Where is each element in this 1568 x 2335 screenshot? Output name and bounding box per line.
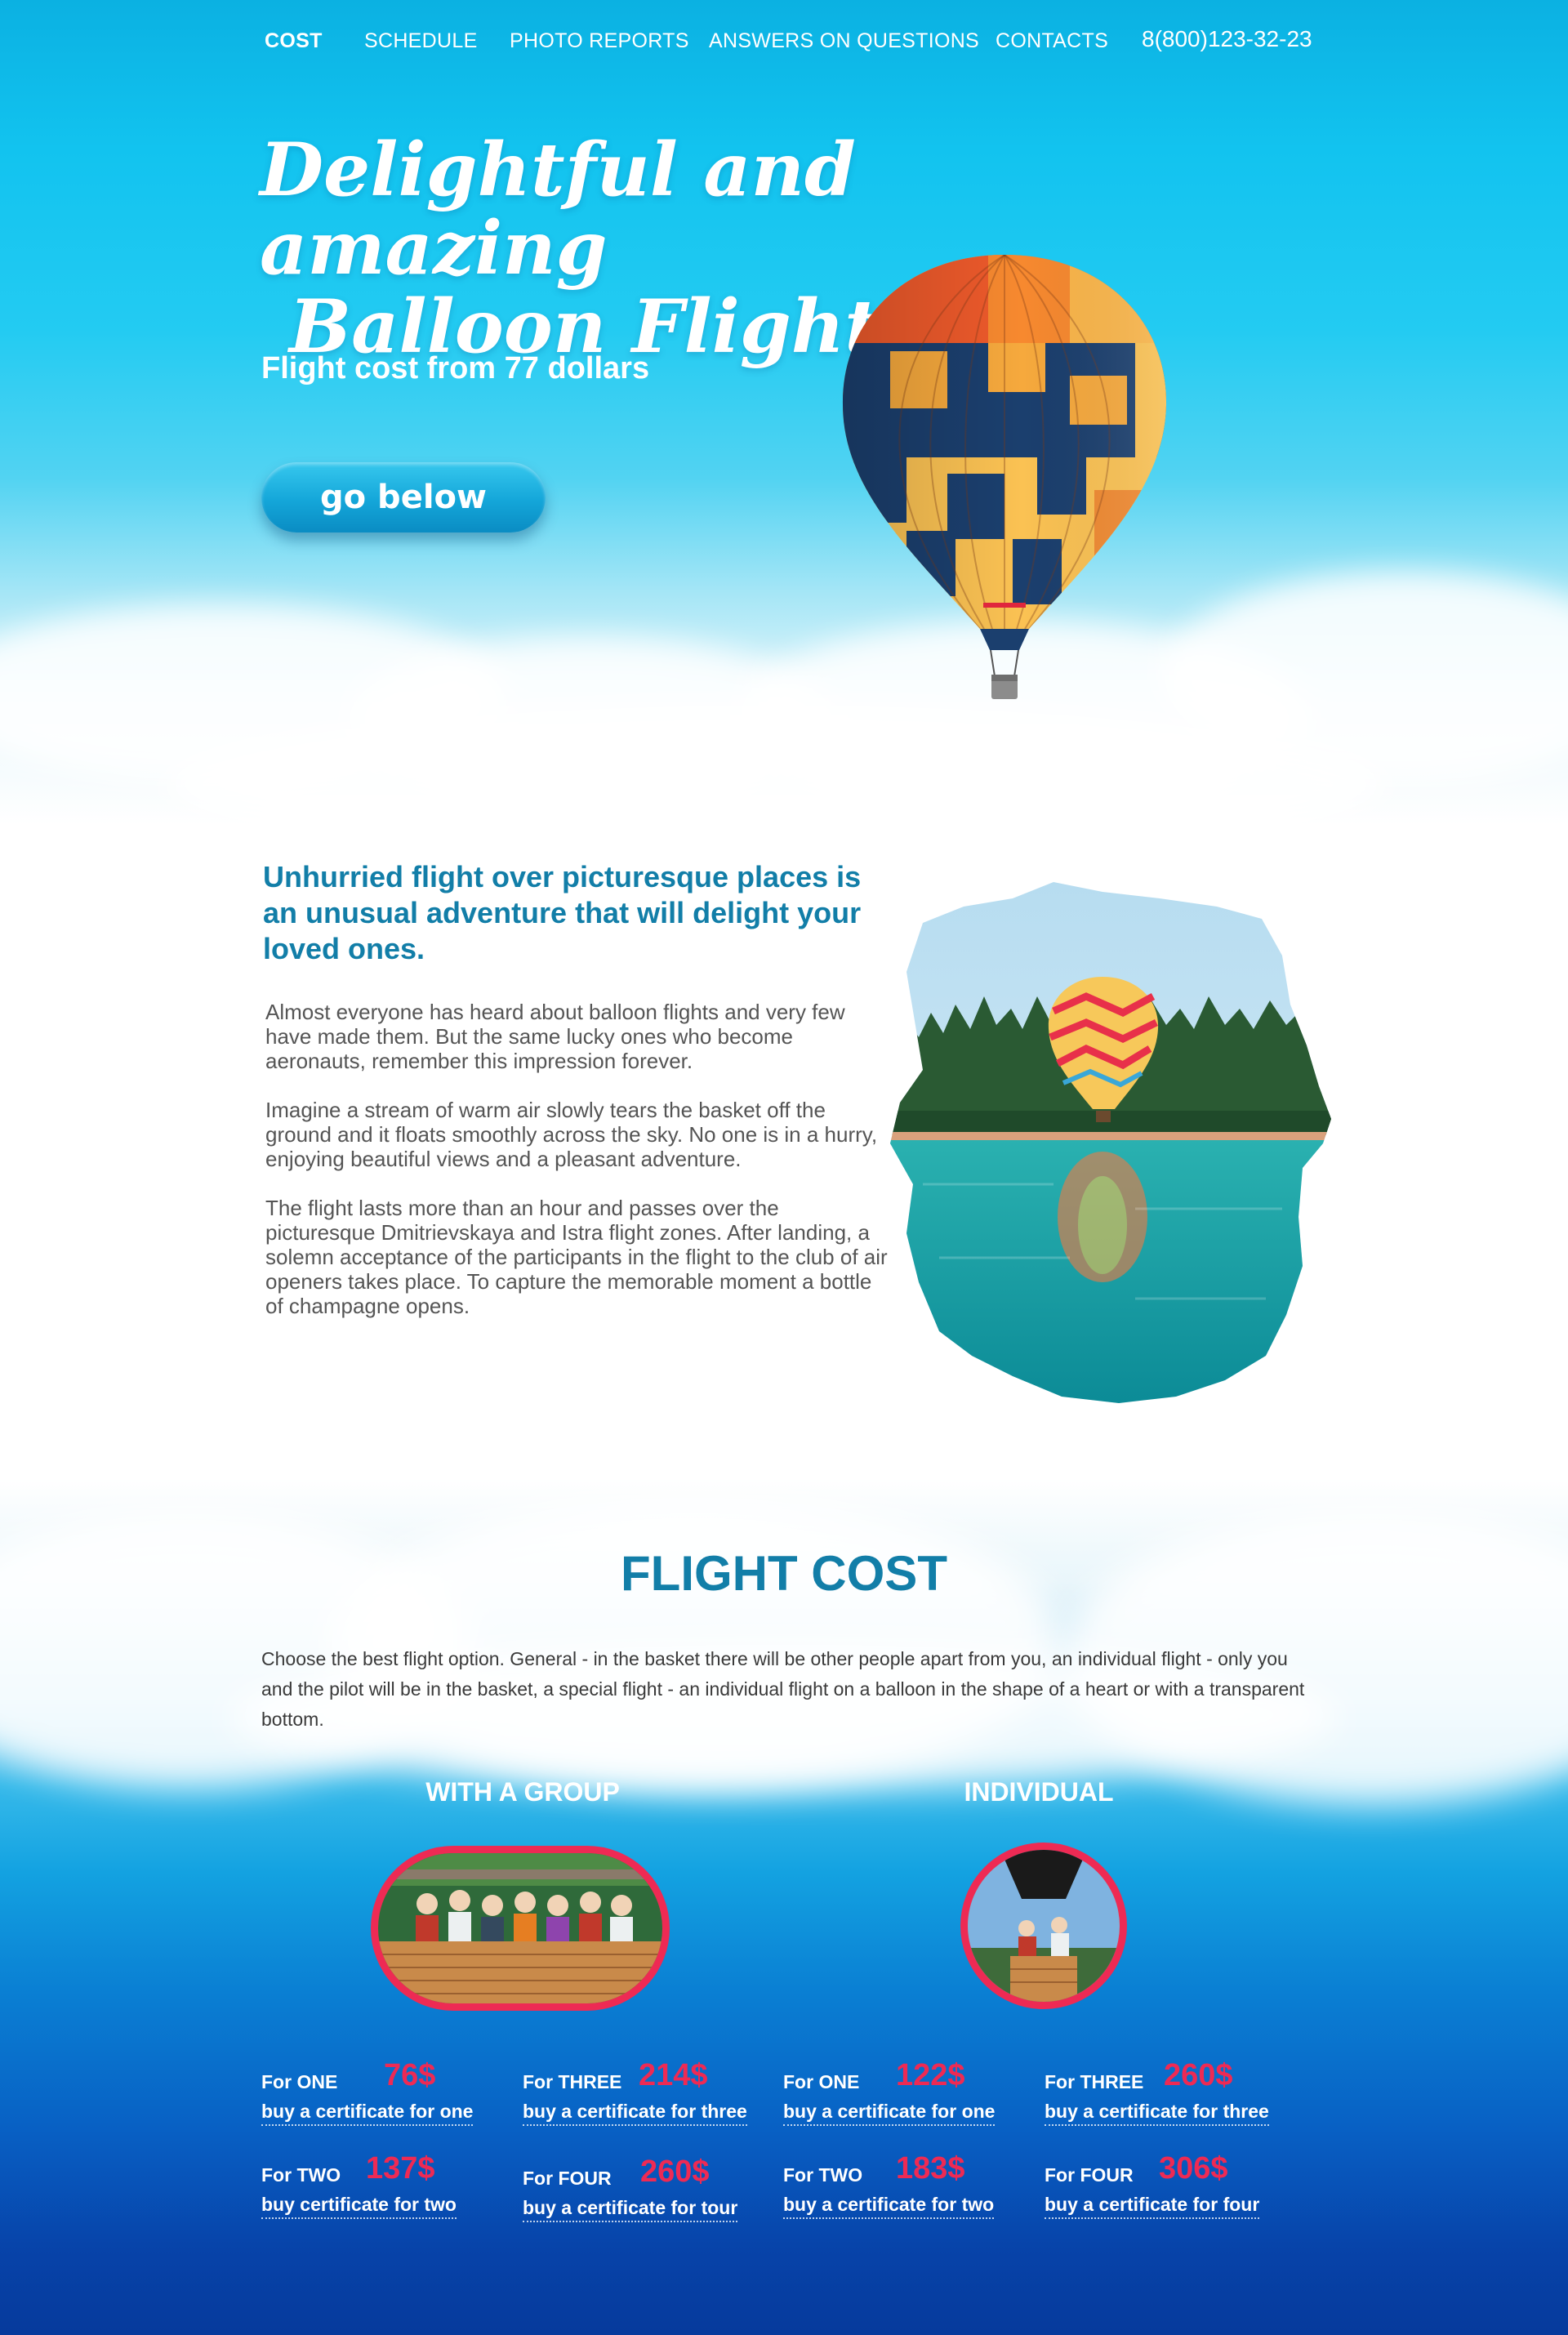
price-label: For THREE — [523, 2071, 622, 2092]
price-amount: 306$ — [1159, 2151, 1228, 2186]
price-amount: 76$ — [384, 2058, 436, 2092]
price-amount: 260$ — [1164, 2058, 1233, 2092]
price-label: For ONE — [783, 2071, 860, 2092]
hero-section: COST SCHEDULE PHOTO REPORTS ANSWERS ON Q… — [0, 0, 1568, 825]
individual-basket-photo — [960, 1843, 1127, 2009]
hero-subtitle: Flight cost from 77 dollars — [261, 351, 650, 385]
main-nav: COST SCHEDULE PHOTO REPORTS ANSWERS ON Q… — [0, 26, 1568, 59]
nav-item-photo-reports[interactable]: PHOTO REPORTS — [510, 29, 689, 53]
price-label: For TWO — [261, 2164, 341, 2186]
phone-number[interactable]: 8(800)123-32-23 — [1142, 26, 1312, 52]
nav-item-schedule[interactable]: SCHEDULE — [364, 29, 478, 53]
about-heading: Unhurried flight over picturesque places… — [263, 860, 862, 965]
nav-item-answers-on-questions[interactable]: ANSWERS ON QUESTIONS — [709, 29, 979, 53]
lake-balloon-photo — [890, 882, 1331, 1403]
flight-cost-section: FLIGHT COST Choose the best flight optio… — [0, 1478, 1568, 2335]
price-amount: 183$ — [896, 2151, 965, 2186]
buy-certificate-link[interactable]: buy a certificate for tour — [523, 2197, 738, 2222]
price-label: For ONE — [261, 2071, 338, 2092]
about-paragraph: Imagine a stream of warm air slowly tear… — [265, 1098, 878, 1171]
buy-certificate-link[interactable]: buy certificate for two — [261, 2194, 457, 2219]
price-label: For FOUR — [523, 2168, 612, 2189]
price-amount: 122$ — [896, 2058, 965, 2092]
with-a-group-heading: WITH A GROUP — [425, 1777, 620, 1807]
buy-certificate-link[interactable]: buy a certificate for three — [523, 2101, 747, 2126]
price-label: For THREE — [1045, 2071, 1144, 2092]
price-amount: 137$ — [366, 2151, 435, 2186]
about-paragraph: The flight lasts more than an hour and p… — [265, 1196, 888, 1318]
price-label: For TWO — [783, 2164, 863, 2186]
buy-certificate-link[interactable]: buy a certificate for one — [261, 2101, 474, 2126]
buy-certificate-link[interactable]: buy a certificate for three — [1045, 2101, 1269, 2126]
flight-cost-description: Choose the best flight option. General -… — [261, 1648, 1305, 1730]
price-amount: 214$ — [639, 2058, 708, 2092]
flight-cost-title: FLIGHT COST — [621, 1546, 947, 1601]
about-section: Unhurried flight over picturesque places… — [0, 825, 1568, 1478]
buy-certificate-link[interactable]: buy a certificate for two — [783, 2194, 995, 2219]
individual-heading: INDIVIDUAL — [964, 1777, 1114, 1807]
hot-air-balloon-icon — [842, 255, 1167, 699]
group-basket-photo — [371, 1846, 670, 2011]
price-amount: 260$ — [640, 2155, 710, 2189]
price-label: For FOUR — [1045, 2164, 1134, 2186]
about-text: Almost everyone has heard about balloon … — [265, 1000, 894, 1343]
buy-certificate-link[interactable]: buy a certificate for four — [1045, 2194, 1260, 2219]
go-below-button[interactable]: go below — [261, 462, 546, 533]
nav-item-contacts[interactable]: CONTACTS — [996, 29, 1108, 53]
about-paragraph: Almost everyone has heard about balloon … — [265, 1000, 845, 1073]
buy-certificate-link[interactable]: buy a certificate for one — [783, 2101, 996, 2126]
nav-item-cost[interactable]: COST — [265, 29, 323, 53]
